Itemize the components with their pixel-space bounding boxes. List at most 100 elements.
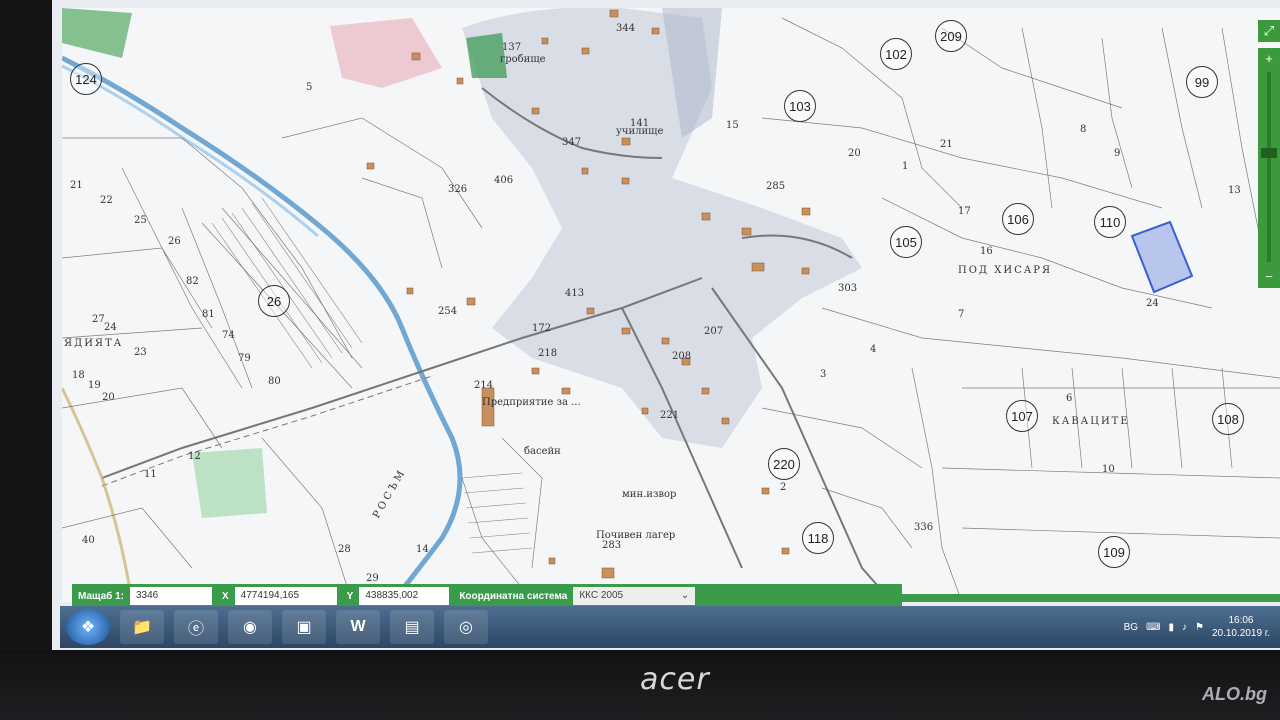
parcel-7: 7 xyxy=(958,309,965,320)
windows-logo-icon: ❖ xyxy=(80,619,96,636)
parcel-21b: 21 xyxy=(940,139,953,150)
parcel-24b: 24 xyxy=(1146,298,1159,309)
system-tray: BG ⌨ ▮ ♪ ⚑ 16:06 20.10.2019 г. xyxy=(1124,606,1270,648)
parcel-79: 79 xyxy=(238,353,251,364)
cadastral-map[interactable]: 124 102 209 99 103 106 110 105 26 107 10… xyxy=(62,8,1280,602)
zoom-out-button[interactable]: − xyxy=(1258,266,1280,288)
label-min-izvor: мин.извор xyxy=(622,489,677,500)
y-value: 438835,002 xyxy=(359,587,450,605)
volume-icon[interactable]: ♪ xyxy=(1182,622,1187,633)
parcel-218: 218 xyxy=(538,348,558,359)
parcel-11: 11 xyxy=(144,469,157,480)
clock[interactable]: 16:06 20.10.2019 г. xyxy=(1212,614,1270,640)
language-indicator[interactable]: BG xyxy=(1124,622,1138,633)
word-icon[interactable]: W xyxy=(336,610,380,644)
circle-209: 209 xyxy=(935,20,967,52)
coord-system-label: Координатна система xyxy=(459,590,568,602)
chevron-down-icon: ⌄ xyxy=(680,590,690,601)
parcel-22: 22 xyxy=(100,195,113,206)
label-basein: басейн xyxy=(524,446,561,457)
parcel-17: 17 xyxy=(958,206,971,217)
ie-icon[interactable]: ⓔ xyxy=(174,610,218,644)
parcel-2: 2 xyxy=(780,482,787,493)
parcel-82: 82 xyxy=(186,276,199,287)
parcel-20b: 20 xyxy=(848,148,861,159)
circle-103: 103 xyxy=(784,90,816,122)
parcel-25: 25 xyxy=(134,215,147,226)
zoom-track[interactable] xyxy=(1267,72,1271,262)
parcel-40: 40 xyxy=(82,535,95,546)
parcel-13: 13 xyxy=(1228,185,1241,196)
label-yadiyata: ЯДИЯТА xyxy=(64,338,124,349)
x-value: 4774194,165 xyxy=(234,587,337,605)
clock-date: 20.10.2019 г. xyxy=(1211,628,1270,639)
circle-105: 105 xyxy=(890,226,922,258)
zoom-in-button[interactable]: + xyxy=(1258,48,1280,70)
parcel-6: 6 xyxy=(1066,393,1073,404)
parcel-141: 141 xyxy=(630,118,650,129)
network-icon[interactable]: ▮ xyxy=(1168,622,1174,633)
acer-logo: acer xyxy=(640,662,710,697)
circle-124: 124 xyxy=(70,63,102,95)
circle-108: 108 xyxy=(1212,403,1244,435)
parcel-283: 283 xyxy=(602,540,622,551)
parcel-326: 326 xyxy=(448,184,468,195)
label-predpriyatie: Предприятие за ... xyxy=(482,397,581,408)
folder-icon[interactable]: 📁 xyxy=(120,610,164,644)
y-label: Y xyxy=(346,590,354,602)
parcel-172: 172 xyxy=(532,323,552,334)
parcel-81: 81 xyxy=(202,309,215,320)
parcel-137: 137 xyxy=(502,42,522,53)
coord-system-value: ККС 2005 xyxy=(579,590,624,601)
keyboard-icon[interactable]: ⌨ xyxy=(1146,622,1160,633)
parcel-20: 20 xyxy=(102,392,115,403)
parcel-406: 406 xyxy=(494,175,514,186)
coord-system-select[interactable]: ККС 2005 ⌄ xyxy=(573,587,696,605)
alo-watermark: ALO.bg xyxy=(1202,684,1267,704)
parcel-254: 254 xyxy=(438,306,458,317)
parcel-80: 80 xyxy=(268,376,281,387)
parcel-4: 4 xyxy=(870,344,877,355)
document-icon[interactable]: ▤ xyxy=(390,610,434,644)
circle-102: 102 xyxy=(880,38,912,70)
start-button[interactable]: ❖ xyxy=(66,609,110,645)
parcel-8: 8 xyxy=(1080,124,1087,135)
clock-time: 16:06 xyxy=(1228,615,1254,626)
parcel-9: 9 xyxy=(1114,148,1121,159)
parcel-344: 344 xyxy=(616,23,636,34)
circle-26: 26 xyxy=(258,285,290,317)
flag-icon[interactable]: ⚑ xyxy=(1195,622,1204,633)
circle-118: 118 xyxy=(802,522,834,554)
parcel-21: 21 xyxy=(70,180,83,191)
parcel-336: 336 xyxy=(914,522,934,533)
firefox-icon[interactable]: ◉ xyxy=(228,610,272,644)
parcel-15: 15 xyxy=(726,120,739,131)
label-pod-hisarya: ПОД ХИСАРЯ xyxy=(958,265,1053,276)
scale-input[interactable]: 3346 xyxy=(129,587,212,605)
zoom-handle[interactable] xyxy=(1261,148,1277,158)
fullscreen-button[interactable]: ⤢ xyxy=(1258,20,1280,42)
scale-label: Мащаб 1: xyxy=(78,590,124,602)
parcel-214: 214 xyxy=(474,380,494,391)
circle-99: 99 xyxy=(1186,66,1218,98)
photos-icon[interactable]: ▣ xyxy=(282,610,326,644)
laptop-frame: 124 102 209 99 103 106 110 105 26 107 10… xyxy=(0,0,1280,720)
parcel-413: 413 xyxy=(565,288,585,299)
parcel-1: 1 xyxy=(902,161,909,172)
parcel-12: 12 xyxy=(188,451,201,462)
coordinate-status-bar: Мащаб 1: 3346 X 4774194,165 Y 438835,002… xyxy=(72,584,902,608)
parcel-24: 24 xyxy=(104,322,117,333)
label-grobishte: гробище xyxy=(500,54,546,65)
chrome-icon[interactable]: ◎ xyxy=(444,610,488,644)
x-label: X xyxy=(221,590,229,602)
parcel-207: 207 xyxy=(704,326,724,337)
parcel-19: 19 xyxy=(88,380,101,391)
parcel-10: 10 xyxy=(1102,464,1115,475)
parcel-18: 18 xyxy=(72,370,85,381)
zoom-slider[interactable]: + − xyxy=(1258,48,1280,288)
screen: 124 102 209 99 103 106 110 105 26 107 10… xyxy=(52,0,1280,650)
parcel-221: 221 xyxy=(660,410,680,421)
parcel-26: 26 xyxy=(168,236,181,247)
parcel-23: 23 xyxy=(134,347,147,358)
circle-110: 110 xyxy=(1094,206,1126,238)
